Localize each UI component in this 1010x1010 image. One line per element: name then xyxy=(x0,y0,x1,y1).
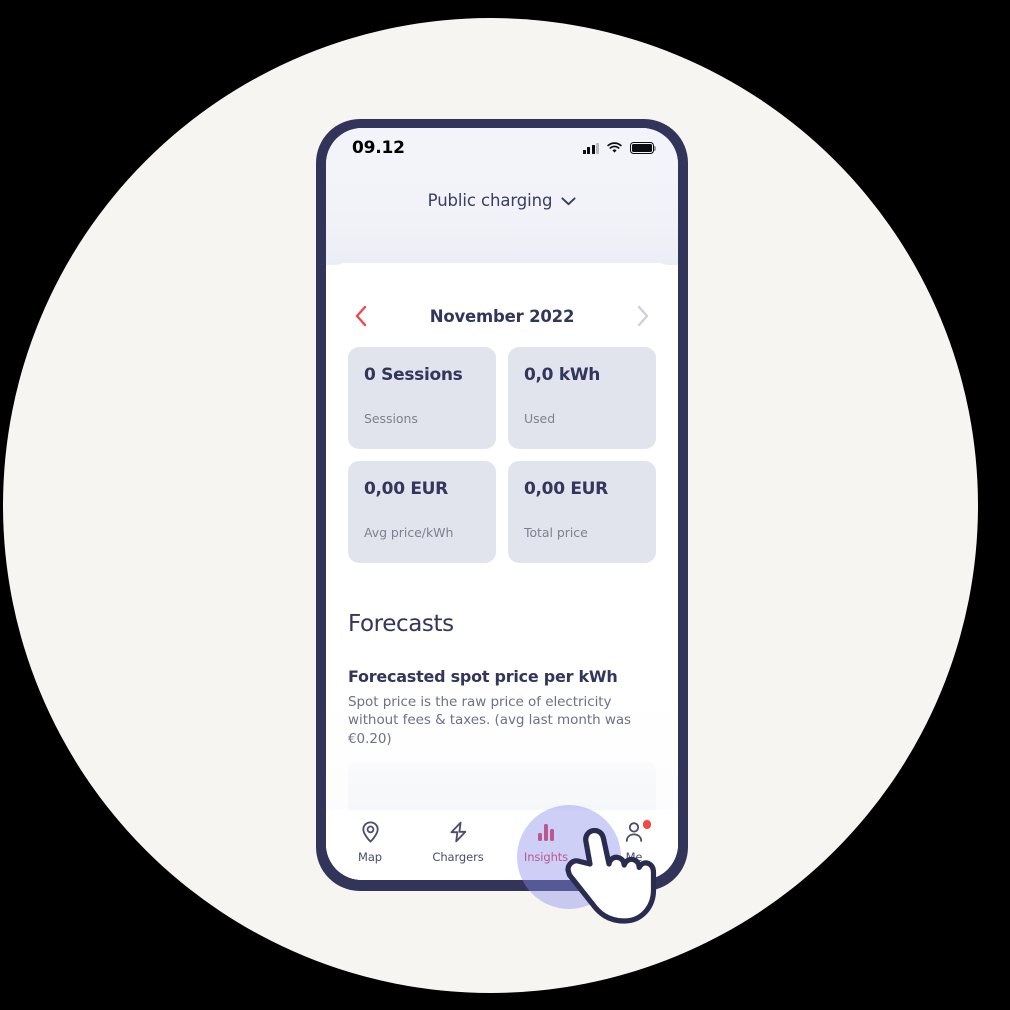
tab-label: Insights xyxy=(523,850,569,864)
stat-value: 0,00 EUR xyxy=(524,479,608,499)
stat-card-total-price[interactable]: 0,00 EUR Total price xyxy=(508,461,656,563)
charging-mode-selector[interactable]: Public charging xyxy=(428,191,577,210)
person-icon xyxy=(624,820,651,843)
signal-bars-icon xyxy=(582,142,599,154)
stat-label: Sessions xyxy=(364,411,418,426)
status-bar-time: 09.12 xyxy=(352,138,405,158)
tab-profile[interactable]: Me xyxy=(590,820,678,864)
next-month-button[interactable] xyxy=(630,303,656,329)
tab-label: Chargers xyxy=(432,850,484,864)
lightning-bolt-icon xyxy=(448,821,469,843)
bottom-tab-bar: Map Chargers Insights Me xyxy=(326,810,678,880)
tab-insights[interactable]: Insights xyxy=(502,821,590,864)
map-pin-icon xyxy=(361,821,380,843)
stat-label: Total price xyxy=(524,525,588,540)
content-panel: November 2022 0 Sessions Sessions 0,0 kW… xyxy=(326,263,678,880)
forecast-chart-placeholder xyxy=(348,762,656,811)
charging-mode-label: Public charging xyxy=(427,191,553,210)
forecast-card-title: Forecasted spot price per kWh xyxy=(348,667,618,686)
phone-frame: 09.12 Public charging November 2022 0 Se… xyxy=(316,119,688,891)
status-bar-icons xyxy=(582,139,657,158)
tab-chargers[interactable]: Chargers xyxy=(414,821,502,864)
tab-map[interactable]: Map xyxy=(326,821,414,864)
stat-value: 0,0 kWh xyxy=(524,365,601,385)
forecasts-heading: Forecasts xyxy=(348,611,454,637)
battery-full-icon xyxy=(630,142,657,154)
month-navigator: November 2022 xyxy=(326,285,678,347)
screen-header: Public charging xyxy=(326,168,678,265)
stat-card-sessions[interactable]: 0 Sessions Sessions xyxy=(348,347,496,449)
notification-badge-dot xyxy=(642,820,651,829)
stat-value: 0,00 EUR xyxy=(364,479,448,499)
phone-screen: 09.12 Public charging November 2022 0 Se… xyxy=(326,128,678,880)
stats-grid: 0 Sessions Sessions 0,0 kWh Used 0,00 EU… xyxy=(326,347,678,563)
stat-label: Avg price/kWh xyxy=(364,525,454,540)
bar-chart-icon xyxy=(538,821,554,843)
stat-label: Used xyxy=(524,411,556,426)
stat-card-avg-price[interactable]: 0,00 EUR Avg price/kWh xyxy=(348,461,496,563)
previous-month-button[interactable] xyxy=(348,303,374,329)
status-bar: 09.12 xyxy=(326,128,678,168)
wifi-icon xyxy=(606,139,623,158)
forecasts-section: Forecasts Forecasted spot price per kWh … xyxy=(326,563,678,811)
forecast-card-description: Spot price is the raw price of electrici… xyxy=(348,694,632,747)
tab-label: Map xyxy=(358,850,382,864)
chevron-down-icon xyxy=(561,191,576,210)
screenshot-stage: 09.12 Public charging November 2022 0 Se… xyxy=(0,0,1010,1010)
stat-card-used[interactable]: 0,0 kWh Used xyxy=(508,347,656,449)
tab-label: Me xyxy=(625,850,643,864)
stat-value: 0 Sessions xyxy=(364,365,463,385)
month-label: November 2022 xyxy=(429,306,575,326)
